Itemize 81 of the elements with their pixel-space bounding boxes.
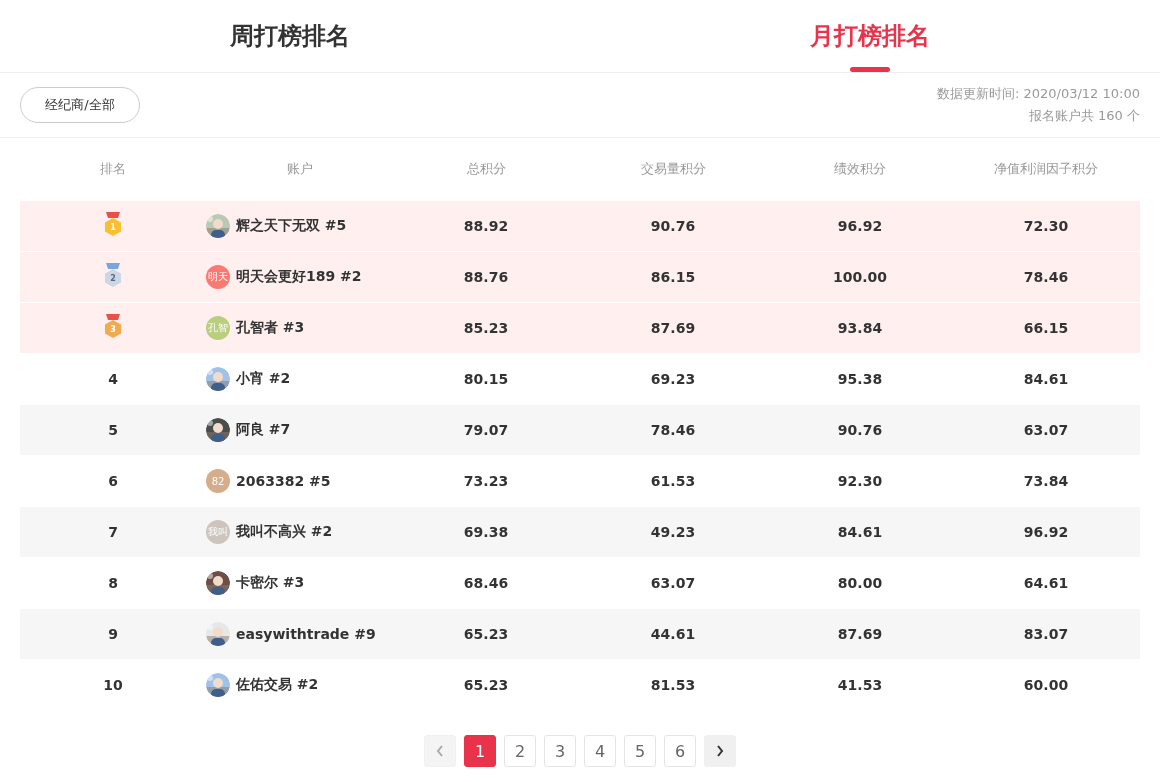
avatar: 82 bbox=[206, 469, 230, 493]
score-cell-text: 84.61 bbox=[1022, 371, 1070, 387]
chevron-right-icon bbox=[715, 744, 725, 758]
score-cell-text: 80.00 bbox=[836, 575, 884, 591]
score-cell-text: 79.07 bbox=[462, 422, 510, 438]
score-cell-text: 49.23 bbox=[649, 524, 697, 540]
ranking-tab[interactable]: 周打榜排名 bbox=[0, 0, 580, 72]
next-page-button[interactable] bbox=[704, 735, 736, 767]
account-name[interactable]: 孔智者 #3 bbox=[236, 319, 305, 337]
column-header: 排名 bbox=[99, 160, 127, 178]
score-cell-text: 90.76 bbox=[836, 422, 884, 438]
score-cell-text: 68.46 bbox=[462, 575, 510, 591]
broker-filter-button[interactable]: 经纪商/全部 bbox=[20, 87, 140, 123]
page-button[interactable]: 1 bbox=[464, 735, 496, 767]
score-cell-text: 65.23 bbox=[462, 677, 510, 693]
score-cell-text: 78.46 bbox=[649, 422, 697, 438]
score-cell-text: 96.92 bbox=[836, 218, 884, 234]
rank-number: 5 bbox=[108, 422, 118, 438]
score-cell-text: 96.92 bbox=[1022, 524, 1070, 540]
page-button[interactable]: 5 bbox=[624, 735, 656, 767]
rank-number: 10 bbox=[103, 677, 123, 693]
score-cell-text: 78.46 bbox=[1022, 269, 1070, 285]
score-cell-text: 87.69 bbox=[836, 626, 884, 642]
column-header: 交易量积分 bbox=[639, 160, 707, 178]
rank-number: 7 bbox=[108, 524, 118, 540]
account-count-text: 报名账户共 160 个 bbox=[1028, 107, 1140, 125]
avatar: 孔智 bbox=[206, 316, 230, 340]
account-name[interactable]: 卡密尔 #3 bbox=[236, 574, 305, 592]
score-cell-text: 61.53 bbox=[649, 473, 697, 489]
score-cell-text: 81.53 bbox=[649, 677, 697, 693]
score-cell-text: 88.92 bbox=[462, 218, 510, 234]
score-cell-text: 88.76 bbox=[462, 269, 510, 285]
score-cell-text: 63.07 bbox=[1022, 422, 1070, 438]
account-name[interactable]: 2063382 #5 bbox=[236, 473, 331, 489]
score-cell-text: 93.84 bbox=[836, 320, 884, 336]
column-header: 总积分 bbox=[465, 160, 507, 178]
account-name[interactable]: 小宵 #2 bbox=[236, 370, 291, 388]
rank-number: 4 bbox=[108, 371, 118, 387]
account-name[interactable]: 阿良 #7 bbox=[236, 421, 291, 439]
account-name[interactable]: 辉之天下无双 #5 bbox=[236, 217, 347, 235]
score-cell-text: 95.38 bbox=[836, 371, 884, 387]
column-header: 账户 bbox=[286, 160, 314, 178]
score-cell-text: 73.23 bbox=[462, 473, 510, 489]
chevron-left-icon bbox=[435, 744, 445, 758]
score-cell-text: 63.07 bbox=[649, 575, 697, 591]
score-cell-text: 72.30 bbox=[1022, 218, 1070, 234]
account-name[interactable]: 佐佑交易 #2 bbox=[236, 676, 319, 694]
score-cell-text: 73.84 bbox=[1022, 473, 1070, 489]
score-cell-text: 65.23 bbox=[462, 626, 510, 642]
score-cell-text: 100.00 bbox=[832, 269, 888, 285]
score-cell-text: 44.61 bbox=[649, 626, 697, 642]
score-cell-text: 83.07 bbox=[1022, 626, 1070, 642]
score-cell-text: 69.23 bbox=[649, 371, 697, 387]
update-time-text: 数据更新时间: 2020/03/12 10:00 bbox=[936, 85, 1140, 103]
account-name[interactable]: easywithtrade #9 bbox=[236, 626, 376, 642]
score-cell-text: 84.61 bbox=[836, 524, 884, 540]
score-cell-text: 41.53 bbox=[836, 677, 884, 693]
rank-number: 8 bbox=[108, 575, 118, 591]
column-header: 绩效积分 bbox=[833, 160, 887, 178]
score-cell-text: 69.38 bbox=[462, 524, 510, 540]
ranking-tab[interactable]: 月打榜排名 bbox=[580, 0, 1160, 72]
rank-number: 6 bbox=[108, 473, 118, 489]
score-cell-text: 85.23 bbox=[462, 320, 510, 336]
account-name[interactable]: 我叫不高兴 #2 bbox=[236, 523, 333, 541]
account-name[interactable]: 明天会更好189 #2 bbox=[236, 268, 362, 286]
score-cell-text: 66.15 bbox=[1022, 320, 1070, 336]
score-cell-text: 80.15 bbox=[462, 371, 510, 387]
page-button[interactable]: 6 bbox=[664, 735, 696, 767]
avatar: 明天 bbox=[206, 265, 230, 289]
page-button[interactable]: 2 bbox=[504, 735, 536, 767]
column-header: 净值利润因子积分 bbox=[993, 160, 1099, 178]
score-cell-text: 87.69 bbox=[649, 320, 697, 336]
page-button[interactable]: 4 bbox=[584, 735, 616, 767]
rank-number: 9 bbox=[108, 626, 118, 642]
active-tab-indicator bbox=[850, 67, 890, 72]
score-cell-text: 92.30 bbox=[836, 473, 884, 489]
score-cell-text: 64.61 bbox=[1022, 575, 1070, 591]
page-button[interactable]: 3 bbox=[544, 735, 576, 767]
score-cell-text: 86.15 bbox=[649, 269, 697, 285]
score-cell-text: 90.76 bbox=[649, 218, 697, 234]
score-cell-text: 60.00 bbox=[1022, 677, 1070, 693]
